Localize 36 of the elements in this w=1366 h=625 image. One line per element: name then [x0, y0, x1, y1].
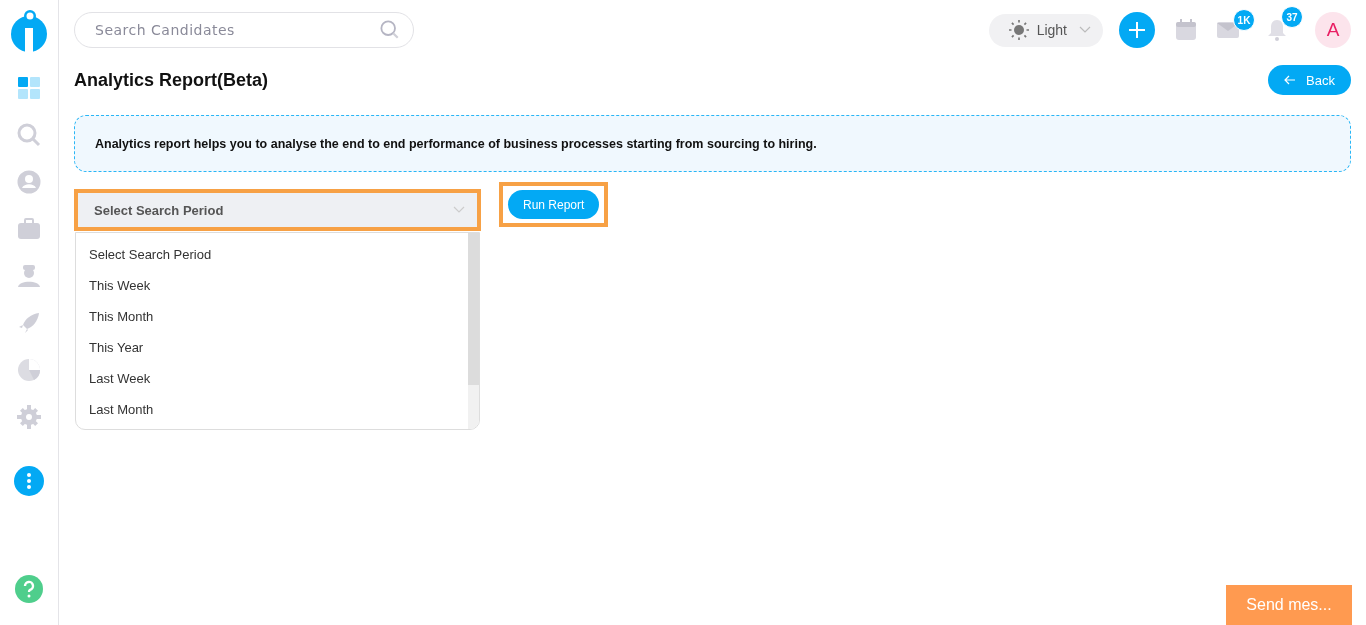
theme-toggle[interactable]: Light [988, 13, 1103, 47]
info-text: Analytics report helps you to analyse the end to end performance of business processes starting from sourcing to hiring. [95, 136, 817, 151]
search-field[interactable]: Search Candidates [74, 12, 414, 48]
user-avatar[interactable]: A [1315, 12, 1351, 48]
add-icon[interactable] [1119, 12, 1155, 48]
page-title: Analytics Report(Beta) [74, 69, 269, 91]
notification-count: 37 [1281, 6, 1303, 28]
dropdown-option[interactable]: This Week [76, 270, 468, 301]
mail-icon[interactable] [1217, 22, 1239, 38]
more-options-icon[interactable] [14, 466, 44, 496]
scrollbar[interactable] [468, 233, 479, 429]
dropdown-option[interactable]: Last Month [76, 394, 468, 425]
chevron-down-icon [1079, 26, 1091, 34]
logo-icon[interactable] [9, 8, 49, 52]
search-icon[interactable] [380, 20, 400, 40]
notification-count: 1K [1233, 9, 1255, 31]
bell-icon[interactable] [1267, 19, 1287, 41]
scrollbar-thumb[interactable] [468, 233, 479, 385]
arrow-left-icon [1284, 75, 1297, 85]
dropdown-option[interactable]: This Year [76, 332, 468, 363]
settings-icon[interactable] [17, 405, 41, 429]
pie-chart-icon[interactable] [17, 358, 41, 382]
search-icon[interactable] [17, 123, 41, 147]
dropdown-option[interactable]: Select Search Period [76, 239, 468, 270]
help-icon[interactable] [15, 575, 43, 603]
chevron-down-icon [453, 206, 465, 214]
user-icon[interactable] [17, 170, 41, 194]
dropdown-option[interactable]: Last Week [76, 363, 468, 394]
dropdown-option[interactable]: This Month [76, 301, 468, 332]
dashboard-icon[interactable] [17, 76, 41, 100]
period-select[interactable]: Select Search Period [78, 193, 477, 227]
sun-icon [1008, 20, 1029, 40]
person-icon[interactable] [17, 264, 41, 288]
rocket-icon[interactable] [17, 311, 41, 335]
briefcase-icon[interactable] [17, 217, 41, 241]
calendar-icon[interactable] [1175, 19, 1197, 41]
